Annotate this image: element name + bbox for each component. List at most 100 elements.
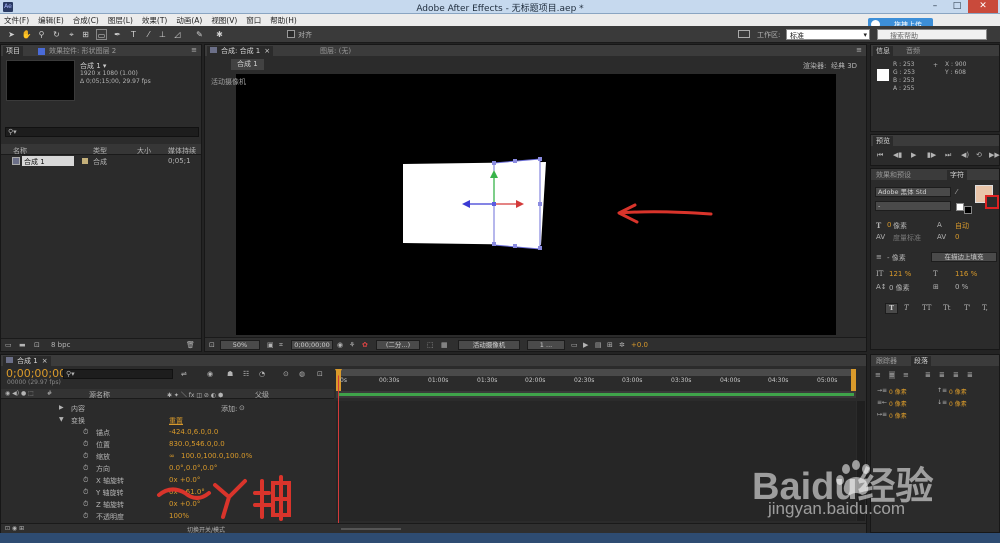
tab-effects-presets[interactable]: 效果和预设 bbox=[873, 170, 914, 180]
pixel-aspect-icon[interactable]: ▭ bbox=[571, 341, 578, 349]
first-line-indent-value[interactable]: 0 像素 bbox=[889, 411, 907, 420]
project-row[interactable]: 合成 1 合成 0;05;1 bbox=[1, 156, 201, 166]
work-area-bar[interactable] bbox=[341, 369, 851, 376]
panel-menu-icon[interactable]: ≡ bbox=[856, 46, 862, 54]
source-name-header[interactable]: 源名称 bbox=[89, 390, 110, 400]
brush-tool-icon[interactable]: ⁄ bbox=[143, 29, 154, 40]
pen-tool-icon[interactable]: ✒ bbox=[112, 29, 123, 40]
stopwatch-icon[interactable]: ⏱ bbox=[83, 512, 88, 521]
justify-left-icon[interactable]: ≣ bbox=[925, 371, 931, 379]
clone-tool-icon[interactable]: ⊥ bbox=[157, 29, 168, 40]
selection-tool-icon[interactable]: ➤ bbox=[6, 29, 17, 40]
footer-toggle-icons[interactable]: ⊡ ◉ ⊞ bbox=[5, 525, 24, 532]
tab-composition[interactable]: 合成: 合成 1 × bbox=[207, 46, 274, 56]
zoom-select[interactable]: 50% bbox=[220, 340, 260, 350]
tab-project[interactable]: 项目 bbox=[3, 46, 23, 56]
property-row-anchor[interactable]: ⏱ 锚点 -424.0,6.0,0.0 bbox=[1, 427, 334, 438]
resolution-select[interactable]: (二分...) bbox=[376, 340, 420, 350]
workspace-select[interactable]: 标准 ▾ bbox=[786, 29, 870, 40]
zoom-slider[interactable] bbox=[341, 528, 401, 530]
property-row-scale[interactable]: ⏱ 缩放 ∞ 100.0,100.0,100.0% bbox=[1, 451, 334, 462]
prev-frame-icon[interactable]: ◀▮ bbox=[893, 151, 902, 159]
comp-viewport[interactable] bbox=[236, 74, 836, 335]
rotate-tool-icon[interactable]: ↻ bbox=[51, 29, 62, 40]
loop-icon[interactable]: ⟲ bbox=[976, 151, 982, 159]
eyedropper-icon[interactable]: ⁄ bbox=[956, 188, 957, 196]
interpret-icon[interactable]: ▭ bbox=[5, 341, 12, 349]
motion-blur-icon[interactable]: ◔ bbox=[259, 370, 265, 378]
align-center-icon[interactable]: ≡ bbox=[889, 371, 895, 379]
transparency-grid-icon[interactable]: ▦ bbox=[441, 341, 448, 349]
grid-icon[interactable]: ⌗ bbox=[279, 341, 283, 350]
exposure-reset-icon[interactable]: ✲ bbox=[619, 341, 625, 349]
close-icon[interactable]: ✕ bbox=[968, 0, 998, 13]
small-caps-button[interactable]: Tt bbox=[943, 304, 950, 312]
property-row-transform[interactable]: ▼ 变换 重置 bbox=[1, 415, 334, 426]
menu-help[interactable]: 帮助(H) bbox=[270, 15, 297, 26]
indent-left-value[interactable]: 0 像素 bbox=[889, 387, 907, 396]
minimize-icon[interactable]: – bbox=[924, 0, 946, 13]
tab-audio[interactable]: 音频 bbox=[903, 46, 923, 56]
renderer-value[interactable]: 经典 3D bbox=[831, 61, 857, 71]
layer-duration-bar[interactable] bbox=[336, 391, 856, 398]
tab-info[interactable]: 信息 bbox=[873, 46, 893, 56]
graph-editor-icon[interactable]: ⊙ bbox=[283, 370, 289, 378]
snapshot-icon[interactable]: ◉ bbox=[337, 341, 343, 349]
superscript-button[interactable]: T' bbox=[964, 304, 971, 312]
font-family-select[interactable]: Adobe 黑体 Std bbox=[875, 187, 951, 197]
first-frame-icon[interactable]: ⏮ bbox=[877, 151, 883, 160]
help-search-input[interactable]: 搜索帮助 bbox=[877, 29, 987, 40]
menu-layer[interactable]: 图层(L) bbox=[108, 15, 133, 26]
property-row-position[interactable]: ⏱ 位置 830.0,546.0,0.0 bbox=[1, 439, 334, 450]
show-snapshot-icon[interactable]: ⚘ bbox=[349, 341, 355, 349]
brainstorm-icon[interactable]: ◍ bbox=[299, 370, 305, 378]
safe-zones-icon[interactable]: ▣ bbox=[267, 341, 274, 349]
tsume-value[interactable]: 0 % bbox=[955, 283, 968, 291]
tab-tracker[interactable]: 跟踪器 bbox=[873, 356, 900, 366]
tab-timeline[interactable]: 合成 1 × bbox=[3, 356, 51, 366]
timeline-icon[interactable]: ▤ bbox=[595, 341, 602, 349]
tab-close-icon[interactable]: × bbox=[42, 357, 48, 365]
roto-tool-icon[interactable]: ✎ bbox=[194, 29, 205, 40]
menu-effect[interactable]: 效果(T) bbox=[142, 15, 167, 26]
menu-animation[interactable]: 动画(A) bbox=[176, 15, 202, 26]
stroke-color-swatch[interactable] bbox=[985, 195, 999, 209]
always-preview-icon[interactable]: ⊡ bbox=[209, 341, 215, 349]
stopwatch-icon[interactable]: ⏱ bbox=[83, 440, 88, 449]
baseline-shift-value[interactable]: 0 像素 bbox=[889, 283, 910, 293]
col-duration[interactable]: 媒体持续 bbox=[168, 146, 196, 156]
col-name[interactable]: 名称 bbox=[13, 146, 27, 156]
pan-behind-tool-icon[interactable]: ⊞ bbox=[80, 29, 91, 40]
horizontal-scale-value[interactable]: 116 % bbox=[955, 270, 977, 278]
time-ruler[interactable]: 0s 00:30s 01:00s 01:30s 02:00s 02:30s 03… bbox=[336, 369, 856, 391]
space-before-value[interactable]: 0 像素 bbox=[949, 387, 967, 396]
work-area-end-handle[interactable] bbox=[851, 369, 856, 391]
eraser-tool-icon[interactable]: ◿ bbox=[172, 29, 183, 40]
justify-right-icon[interactable]: ≣ bbox=[953, 371, 959, 379]
stopwatch-icon[interactable]: ⏱ bbox=[83, 488, 88, 497]
white-swatch[interactable] bbox=[956, 203, 964, 211]
project-search-input[interactable]: ⚲▾ bbox=[5, 127, 199, 137]
all-caps-button[interactable]: TT bbox=[922, 304, 931, 312]
puppet-tool-icon[interactable]: ✱ bbox=[214, 29, 225, 40]
zoom-tool-icon[interactable]: ⚲ bbox=[36, 29, 47, 40]
menu-view[interactable]: 视图(V) bbox=[211, 15, 237, 26]
hand-tool-icon[interactable]: ✋ bbox=[21, 29, 32, 40]
justify-center-icon[interactable]: ≣ bbox=[939, 371, 945, 379]
link-icon[interactable]: ∞ bbox=[169, 452, 175, 460]
play-icon[interactable]: ▶ bbox=[911, 151, 916, 159]
col-type[interactable]: 类型 bbox=[93, 146, 107, 156]
indent-right-value[interactable]: 0 像素 bbox=[889, 399, 907, 408]
align-left-icon[interactable]: ≡ bbox=[875, 371, 881, 379]
stroke-width-value[interactable]: - 像素 bbox=[887, 253, 906, 263]
trash-icon[interactable]: 🗑 bbox=[186, 341, 195, 349]
faux-bold-button[interactable]: T bbox=[885, 303, 898, 314]
shy-icon[interactable]: ☗ bbox=[227, 370, 233, 378]
type-tool-icon[interactable]: T bbox=[128, 29, 139, 40]
frame-blend-icon[interactable]: ☷ bbox=[243, 370, 249, 378]
last-frame-icon[interactable]: ⏭ bbox=[945, 151, 951, 160]
font-style-select[interactable]: - bbox=[875, 201, 951, 211]
region-of-interest-icon[interactable]: ⬚ bbox=[427, 341, 434, 349]
keyframe-nav-icon[interactable]: ⊡ bbox=[317, 370, 323, 378]
camera-tool-icon[interactable]: ⌖ bbox=[66, 29, 77, 40]
